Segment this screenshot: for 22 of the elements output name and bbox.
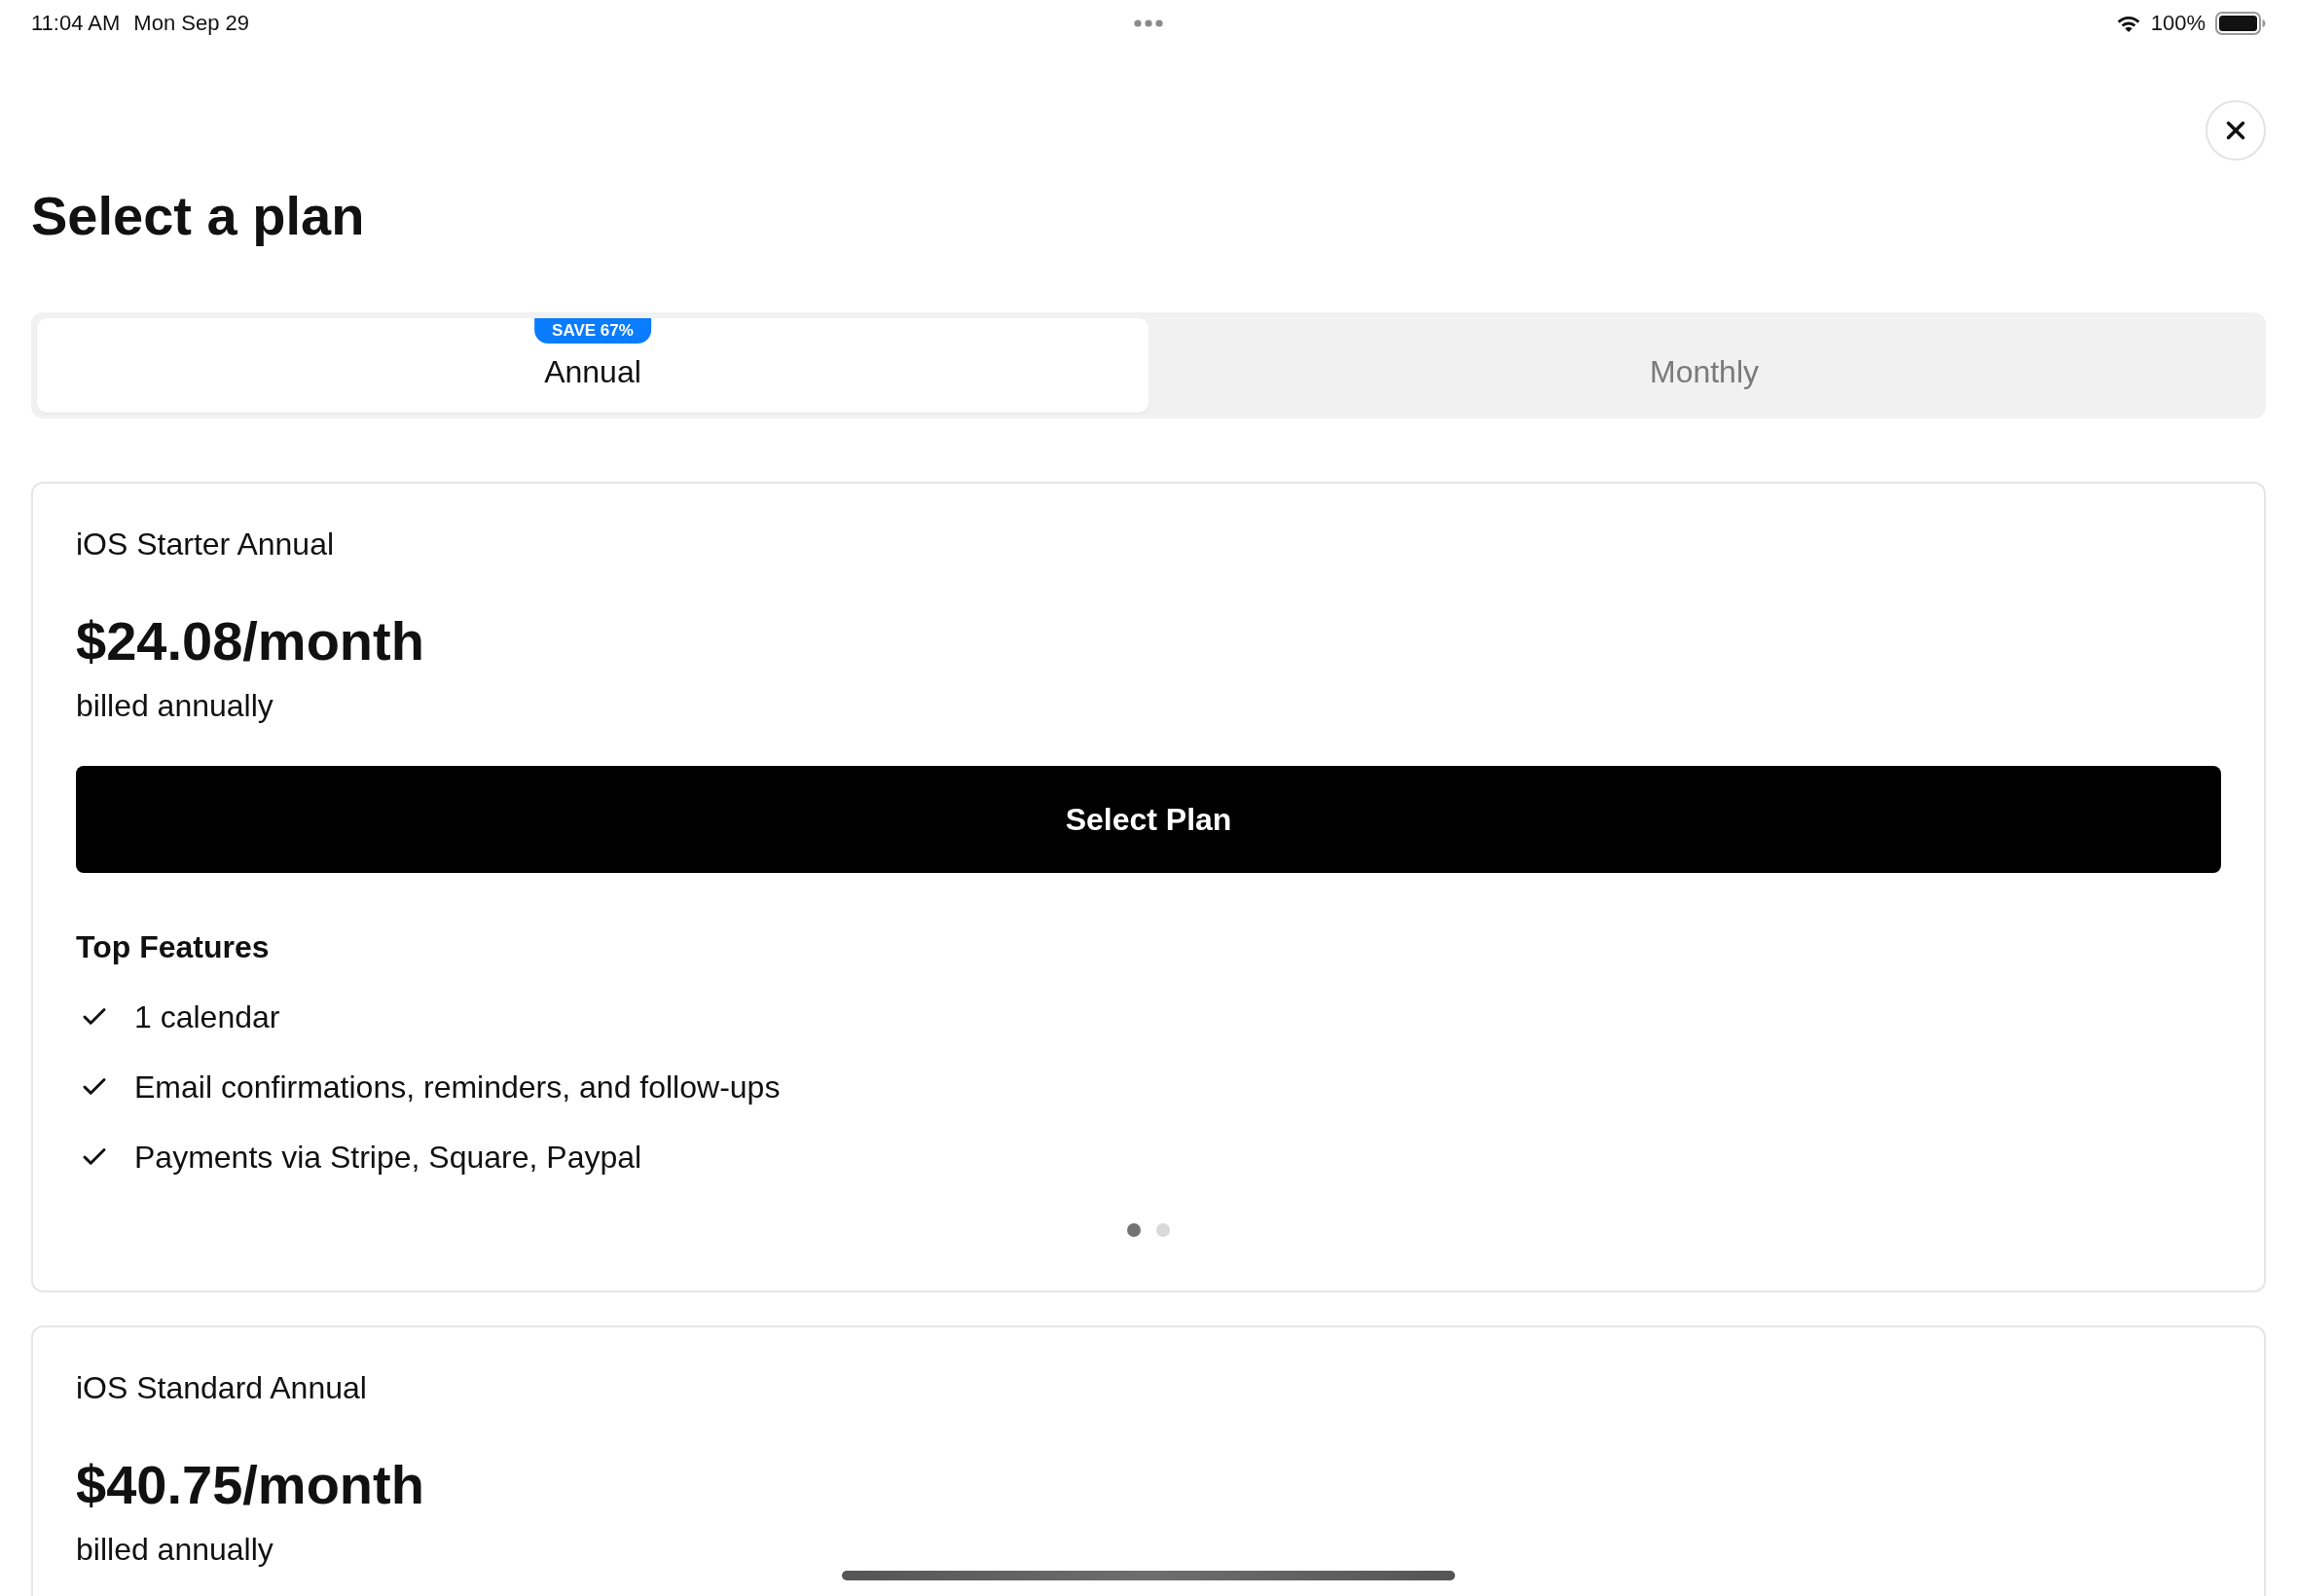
plan-name: iOS Standard Annual [76,1369,368,1407]
plan-name: iOS Starter Annual [76,526,336,563]
page-title: Select a plan [31,184,366,248]
plan-price: $40.75/month [76,1453,425,1517]
feature-text: 1 calendar [134,998,280,1035]
features-heading: Top Features [76,928,271,966]
billing-note: billed annually [76,1531,274,1569]
savings-badge: SAVE 67% [534,318,651,344]
wifi-icon [2115,14,2141,33]
status-date: Mon Sep 29 [133,11,249,36]
status-time: 11:04 AM [31,11,121,36]
feature-text: Email confirmations, reminders, and follow-ups [134,1069,781,1106]
page-dot[interactable] [1127,1223,1141,1237]
plan-price: $24.08/month [76,609,425,673]
select-plan-button[interactable]: Select Plan [76,766,2221,873]
billing-note: billed annually [76,687,274,725]
battery-percent: 100% [2150,11,2206,36]
feature-text: Payments via Stripe, Square, Paypal [134,1139,642,1176]
battery-icon [2215,12,2266,35]
page-dot[interactable] [1156,1223,1170,1237]
billing-tab[interactable]: Monthly [1148,318,2260,413]
more-dots-icon[interactable] [1134,19,1163,27]
